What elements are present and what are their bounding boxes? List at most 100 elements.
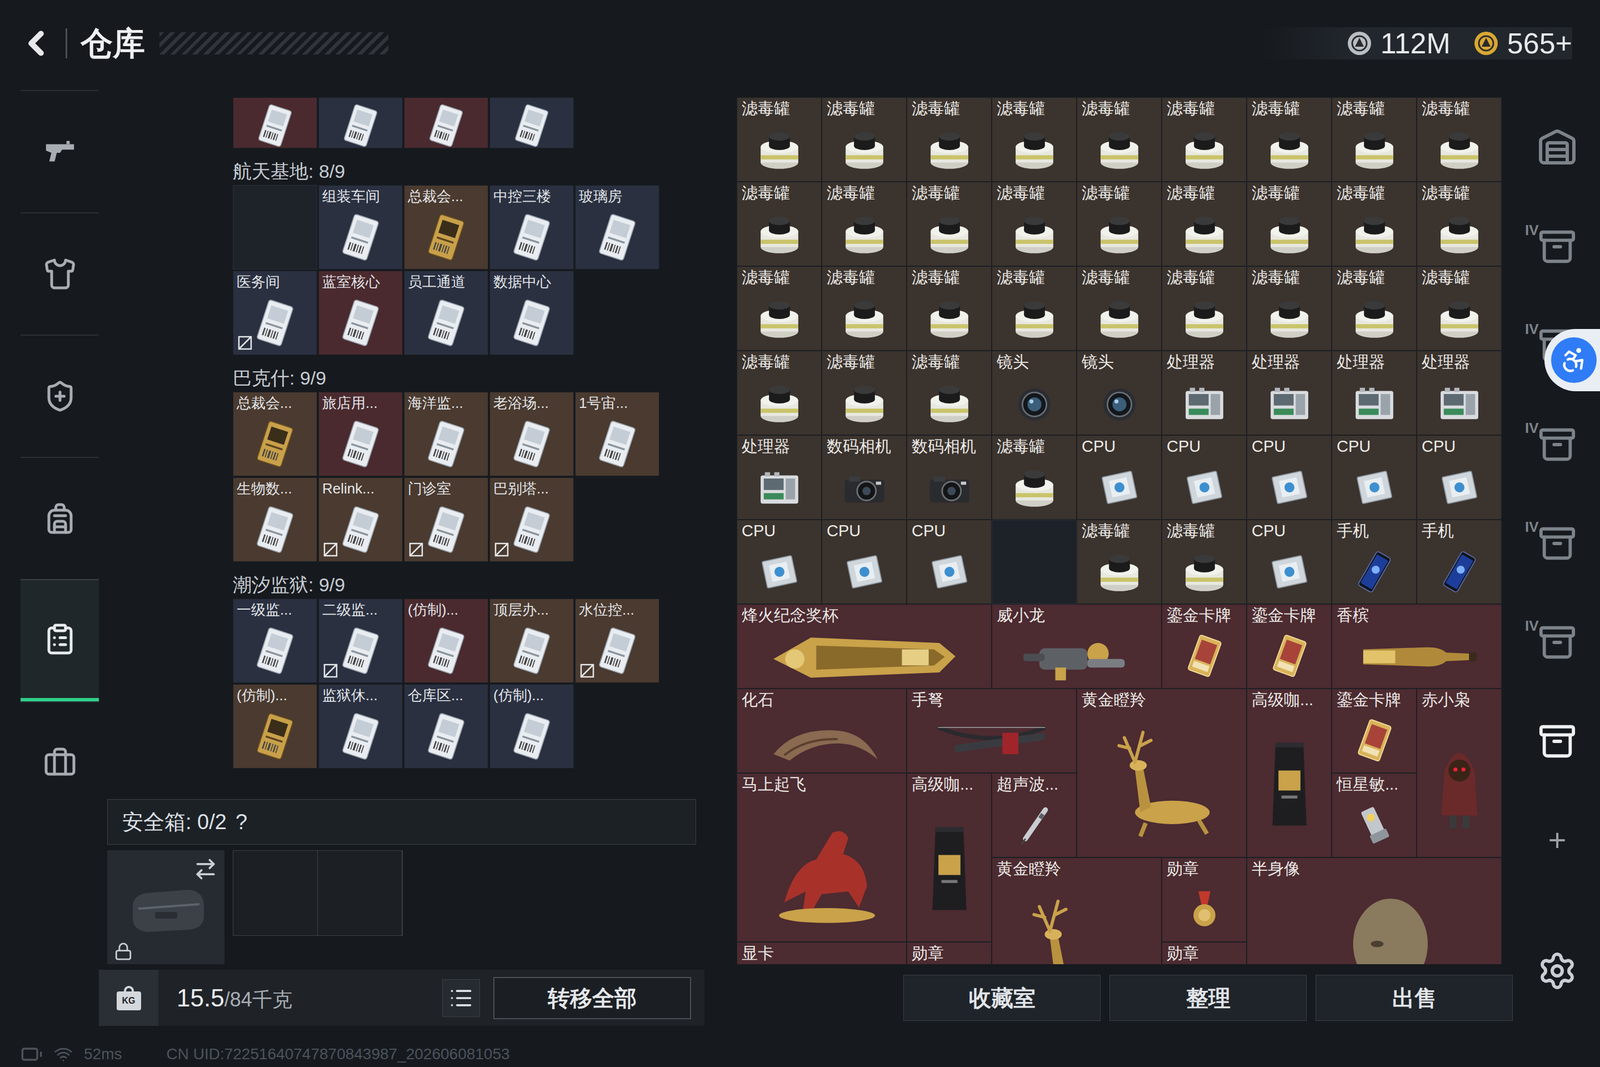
key-slot[interactable]: 1号宙... (575, 391, 660, 477)
inventory-item[interactable]: 勋章 (1161, 857, 1247, 942)
inventory-item[interactable]: 处理器 (736, 435, 822, 520)
inventory-item[interactable]: 滤毒罐 (736, 266, 822, 351)
key-slot[interactable]: 数据中心 (489, 270, 574, 355)
safe-slot[interactable] (233, 850, 318, 935)
storage-tab[interactable]: IV (1523, 197, 1591, 297)
transfer-all-button[interactable]: 转移全部 (493, 976, 692, 1019)
key-slot[interactable]: 仓库区... (403, 683, 489, 769)
inventory-item[interactable]: 滤毒罐 (906, 181, 992, 267)
inventory-item[interactable]: 滤毒罐 (1246, 181, 1332, 267)
inventory-item[interactable]: 滤毒罐 (1161, 97, 1247, 182)
inventory-item[interactable]: 处理器 (1331, 350, 1417, 435)
inventory-item[interactable]: 半身像 (1246, 857, 1502, 964)
inventory-item[interactable]: 化石 (736, 688, 907, 773)
inventory-item[interactable]: CPU (1161, 435, 1247, 520)
inventory-item[interactable]: CPU (1331, 435, 1417, 520)
key-slot[interactable]: 旅店用... (318, 391, 403, 477)
key-slot[interactable]: 玻璃房 (575, 185, 660, 270)
key-slot[interactable]: 蓝室核心 (318, 270, 403, 355)
inventory-item[interactable]: 滤毒罐 (821, 266, 907, 351)
key-slot[interactable]: (仿制)... (403, 598, 489, 683)
inventory-item[interactable]: 滤毒罐 (991, 181, 1077, 267)
inventory-item[interactable]: 滤毒罐 (1161, 266, 1247, 351)
key-slot[interactable]: 一级监... (232, 598, 318, 683)
inventory-item[interactable]: 烽火纪念奖杯 (736, 603, 992, 689)
inventory-item[interactable]: 滤毒罐 (736, 97, 822, 182)
inventory-item[interactable]: 镜头 (991, 350, 1077, 435)
key-slot[interactable]: 员工通道 (403, 270, 489, 355)
storage-tab[interactable]: IV (1523, 493, 1591, 593)
storage-tab[interactable] (1523, 98, 1591, 198)
inventory-item[interactable]: 高级咖... (1246, 688, 1332, 858)
category-tab[interactable] (20, 212, 99, 335)
category-tab[interactable] (20, 578, 99, 702)
inventory-item[interactable]: CPU (1246, 519, 1332, 604)
inventory-item[interactable]: 滤毒罐 (1416, 97, 1502, 182)
inventory-item[interactable]: 滤毒罐 (1161, 181, 1247, 267)
swap-icon[interactable] (193, 856, 218, 882)
storage-tab[interactable]: IV (1523, 395, 1591, 494)
inventory-item[interactable]: 滤毒罐 (1246, 266, 1332, 351)
key-slot[interactable]: Relink... (318, 477, 403, 562)
inventory-item[interactable]: 黄金瞪羚 (991, 857, 1162, 964)
inventory-item[interactable]: 赤小枭 (1416, 688, 1502, 858)
storage-tab[interactable]: IV (1523, 592, 1591, 692)
storage-tab[interactable] (1523, 691, 1591, 791)
category-tab[interactable] (20, 456, 99, 579)
key-slot[interactable]: (仿制)... (489, 683, 574, 769)
inventory-item[interactable]: 滤毒罐 (906, 350, 992, 435)
key-slot[interactable] (403, 97, 489, 149)
inventory-item[interactable]: 镜头 (1076, 350, 1162, 435)
inventory-item[interactable]: 滤毒罐 (1416, 266, 1502, 351)
inventory-item[interactable]: 超声波... (991, 772, 1077, 858)
key-slot[interactable]: 门诊室 (403, 477, 489, 562)
key-slot[interactable] (489, 97, 574, 149)
inventory-item[interactable]: 黄金瞪羚 (1076, 688, 1247, 858)
inventory-item[interactable]: 手弩 (906, 688, 1077, 773)
storage-action-button[interactable]: 出售 (1315, 974, 1513, 1021)
inventory-item[interactable]: 滤毒罐 (991, 435, 1077, 520)
key-slot[interactable]: 海洋监... (403, 391, 489, 477)
key-slot[interactable]: 顶层办... (489, 598, 574, 683)
inventory-item[interactable]: 勋章 (906, 941, 992, 964)
inventory-item[interactable]: 显卡 (736, 941, 907, 964)
inventory-item[interactable]: CPU (1076, 435, 1162, 520)
inventory-item[interactable]: 数码相机 (821, 435, 907, 520)
inventory-item[interactable]: CPU (906, 519, 992, 604)
inventory-item[interactable]: CPU (821, 519, 907, 604)
inventory-item[interactable]: CPU (1416, 435, 1502, 520)
inventory-item[interactable]: 滤毒罐 (736, 181, 822, 267)
safe-case[interactable] (107, 850, 225, 964)
inventory-item[interactable]: 滤毒罐 (1416, 181, 1502, 267)
key-slot[interactable]: 总裁会... (232, 391, 318, 477)
inventory-item[interactable]: 滤毒罐 (991, 97, 1077, 182)
inventory-item[interactable]: 滤毒罐 (1161, 519, 1247, 604)
key-slot[interactable]: 二级监... (318, 598, 403, 683)
key-slot[interactable] (232, 97, 318, 149)
storage-action-button[interactable]: 整理 (1109, 974, 1307, 1021)
key-slot[interactable]: 医务间 (232, 270, 318, 355)
inventory-item[interactable]: 处理器 (1416, 350, 1502, 435)
key-slot[interactable]: 巴别塔... (489, 477, 574, 562)
inventory-item[interactable]: 滤毒罐 (1331, 181, 1417, 267)
key-slot[interactable]: 老浴场... (489, 391, 574, 477)
key-slot[interactable]: 总裁会... (403, 185, 489, 270)
back-button[interactable] (16, 23, 56, 63)
inventory-item[interactable]: CPU (1246, 435, 1332, 520)
inventory-item[interactable]: 滤毒罐 (1076, 266, 1162, 351)
inventory-item[interactable]: 鎏金卡牌 (1161, 603, 1247, 689)
key-slot[interactable]: 中控三楼 (489, 185, 574, 270)
help-button[interactable]: ? (235, 811, 248, 833)
inventory-item[interactable]: 鎏金卡牌 (1246, 603, 1332, 689)
inventory-item[interactable]: 滤毒罐 (991, 266, 1077, 351)
inventory-item[interactable]: 手机 (1416, 519, 1502, 604)
key-slot[interactable]: 水位控... (575, 598, 660, 683)
inventory-item[interactable]: 滤毒罐 (1331, 266, 1417, 351)
inventory-item[interactable]: 威小龙 (991, 603, 1162, 689)
inventory-item[interactable]: 滤毒罐 (906, 266, 992, 351)
inventory-item[interactable]: 滤毒罐 (1076, 519, 1162, 604)
inventory-item[interactable]: 滤毒罐 (821, 97, 907, 182)
inventory-item[interactable]: 处理器 (1246, 350, 1332, 435)
inventory-item[interactable]: 高级咖... (906, 772, 992, 942)
settings-button[interactable] (1537, 950, 1578, 991)
